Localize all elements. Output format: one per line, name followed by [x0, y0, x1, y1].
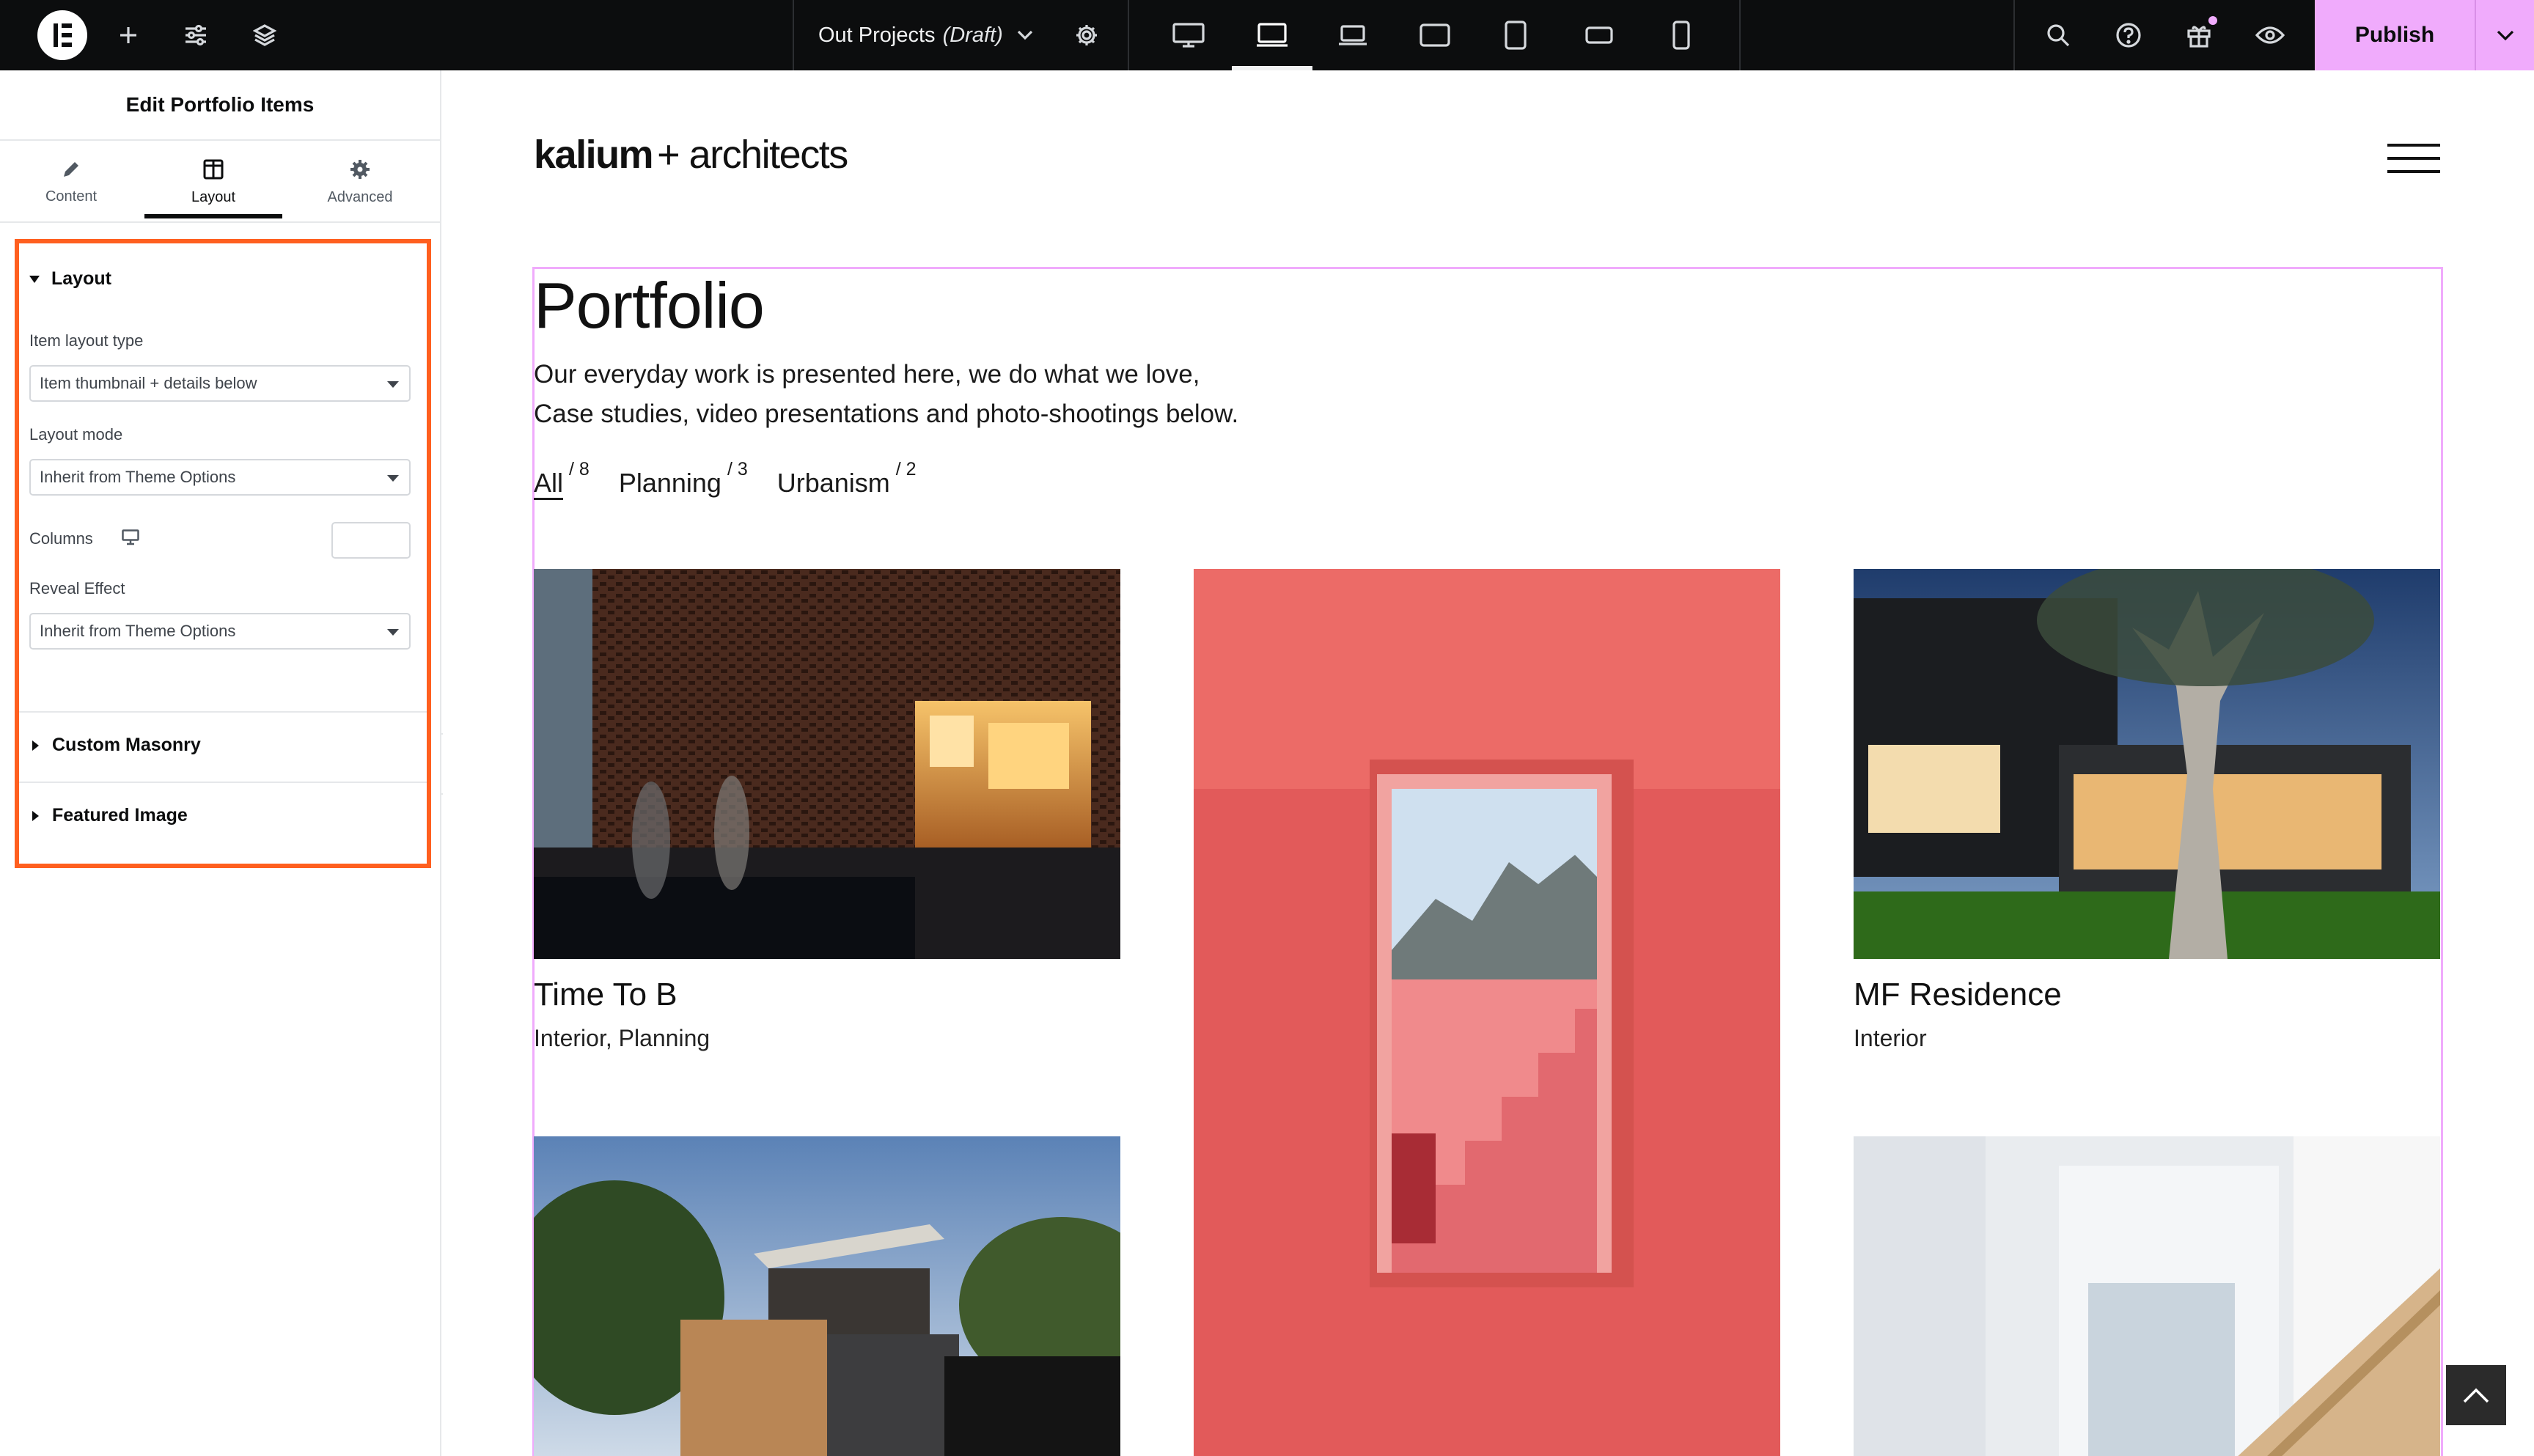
add-icon[interactable] — [110, 0, 147, 70]
layout-columns-icon — [203, 159, 224, 179]
caret-right-icon — [32, 810, 39, 821]
settings-sliders-icon[interactable] — [176, 0, 216, 70]
document-name: Out Projects — [818, 23, 936, 47]
publish-button[interactable]: Publish — [2315, 0, 2475, 70]
portfolio-item-categories: Interior, Planning — [534, 1025, 710, 1051]
portfolio-item-image[interactable] — [1854, 1136, 2440, 1456]
reveal-effect-label: Reveal Effect — [29, 579, 125, 598]
portfolio-item-image[interactable] — [1194, 569, 1780, 1456]
layout-mode-label: Layout mode — [29, 425, 123, 444]
portfolio-heading: Portfolio — [534, 269, 765, 342]
filter-all[interactable]: All/ 8 — [534, 459, 590, 499]
chevron-up-icon — [2463, 1388, 2489, 1403]
portfolio-item-title[interactable]: Time To B — [534, 977, 677, 1013]
description-line: Case studies, video presentations and ph… — [534, 400, 1239, 428]
pencil-icon — [64, 161, 78, 177]
publish-options-chevron-icon[interactable] — [2475, 0, 2534, 70]
gift-icon[interactable] — [2181, 0, 2217, 70]
panel-tabs: Content Layout Advanced — [0, 141, 440, 223]
portfolio-filters: All/ 8 Planning / 3 Urbanism/ 2 — [534, 459, 946, 499]
item-layout-type-select[interactable]: Item thumbnail + details below — [29, 365, 411, 402]
reveal-effect-select[interactable]: Inherit from Theme Options — [29, 613, 411, 650]
responsive-desktop-icon[interactable] — [122, 529, 139, 549]
scroll-to-top-button[interactable] — [2446, 1365, 2506, 1425]
document-title[interactable]: Out Projects (Draft) — [818, 0, 1003, 70]
document-status: (Draft) — [942, 23, 1003, 47]
mobile-portrait-icon[interactable] — [1663, 0, 1700, 70]
tab-content-label: Content — [45, 188, 98, 205]
filter-label: Urbanism — [776, 468, 890, 498]
filter-urbanism[interactable]: Urbanism/ 2 — [776, 459, 917, 499]
page-preview: kalium + architects Portfolio Our everyda… — [443, 70, 2534, 1456]
editor-panel: Edit Portfolio Items Content Layout Adva… — [0, 70, 441, 1456]
portfolio-item-image[interactable] — [534, 1136, 1120, 1456]
layout-mode-select[interactable]: Inherit from Theme Options — [29, 459, 411, 496]
portfolio-item-image[interactable] — [534, 569, 1120, 959]
section-featured-image-title: Featured Image — [52, 805, 188, 826]
gear-icon[interactable] — [1069, 0, 1104, 70]
mobile-landscape-icon[interactable] — [1581, 0, 1617, 70]
reveal-effect-value: Inherit from Theme Options — [40, 622, 236, 640]
tab-layout[interactable]: Layout — [145, 141, 282, 223]
filter-count: / 8 — [569, 459, 590, 479]
section-divider — [19, 711, 427, 713]
caret-down-icon — [29, 275, 40, 283]
section-layout-title: Layout — [51, 268, 111, 289]
tablet-landscape-icon[interactable] — [1417, 0, 1453, 70]
filter-planning[interactable]: Planning / 3 — [618, 459, 748, 499]
description-line: Our everyday work is presented here, we … — [534, 360, 1200, 389]
panel-title: Edit Portfolio Items — [0, 70, 440, 141]
menu-hamburger-icon[interactable] — [2387, 144, 2440, 173]
filter-count: / 3 — [727, 459, 748, 479]
dropdown-arrow-icon — [387, 381, 399, 388]
elementor-logo-icon[interactable] — [29, 0, 95, 70]
search-icon[interactable] — [2040, 0, 2076, 70]
section-layout-toggle[interactable]: Layout — [29, 268, 111, 290]
columns-label: Columns — [29, 529, 93, 548]
site-logo[interactable]: kalium + architects — [534, 132, 848, 177]
portfolio-item-image[interactable] — [1854, 569, 2440, 959]
section-custom-masonry-toggle[interactable]: Custom Masonry — [29, 735, 201, 756]
portfolio-item-title[interactable]: MF Residence — [1854, 977, 2062, 1013]
preview-eye-icon[interactable] — [2251, 0, 2289, 70]
site-logo-bold: kalium — [534, 133, 654, 177]
portfolio-item-categories: Interior — [1854, 1025, 1927, 1051]
chevron-down-icon[interactable] — [1010, 0, 1040, 70]
tab-content[interactable]: Content — [3, 141, 139, 223]
dropdown-arrow-icon — [387, 629, 399, 636]
item-layout-type-value: Item thumbnail + details below — [40, 374, 257, 392]
section-divider — [19, 782, 427, 783]
laptop-small-icon[interactable] — [1334, 0, 1371, 70]
gear-icon — [350, 159, 370, 179]
section-custom-masonry-title: Custom Masonry — [52, 735, 201, 755]
layers-icon[interactable] — [245, 0, 284, 70]
laptop-icon[interactable] — [1254, 0, 1290, 70]
portfolio-description: Our everyday work is presented here, we … — [534, 355, 1238, 434]
filter-label: Planning — [618, 468, 721, 498]
dropdown-arrow-icon — [387, 475, 399, 482]
active-tab-indicator — [144, 214, 282, 218]
tablet-portrait-icon[interactable] — [1497, 0, 1534, 70]
filter-count: / 2 — [895, 459, 917, 479]
notification-dot — [2208, 16, 2217, 25]
tab-advanced-label: Advanced — [327, 188, 393, 205]
item-layout-type-label: Item layout type — [29, 331, 144, 350]
filter-label: All — [534, 468, 564, 498]
tab-layout-label: Layout — [191, 188, 236, 205]
editor-topbar: Out Projects (Draft) Publish — [0, 0, 2534, 70]
layout-mode-value: Inherit from Theme Options — [40, 468, 236, 486]
caret-right-icon — [32, 740, 39, 751]
section-featured-image-toggle[interactable]: Featured Image — [29, 805, 188, 826]
desktop-icon[interactable] — [1170, 0, 1207, 70]
site-logo-light: + architects — [657, 133, 848, 177]
columns-input[interactable] — [331, 522, 411, 559]
help-icon[interactable] — [2110, 0, 2147, 70]
tab-advanced[interactable]: Advanced — [292, 141, 428, 223]
